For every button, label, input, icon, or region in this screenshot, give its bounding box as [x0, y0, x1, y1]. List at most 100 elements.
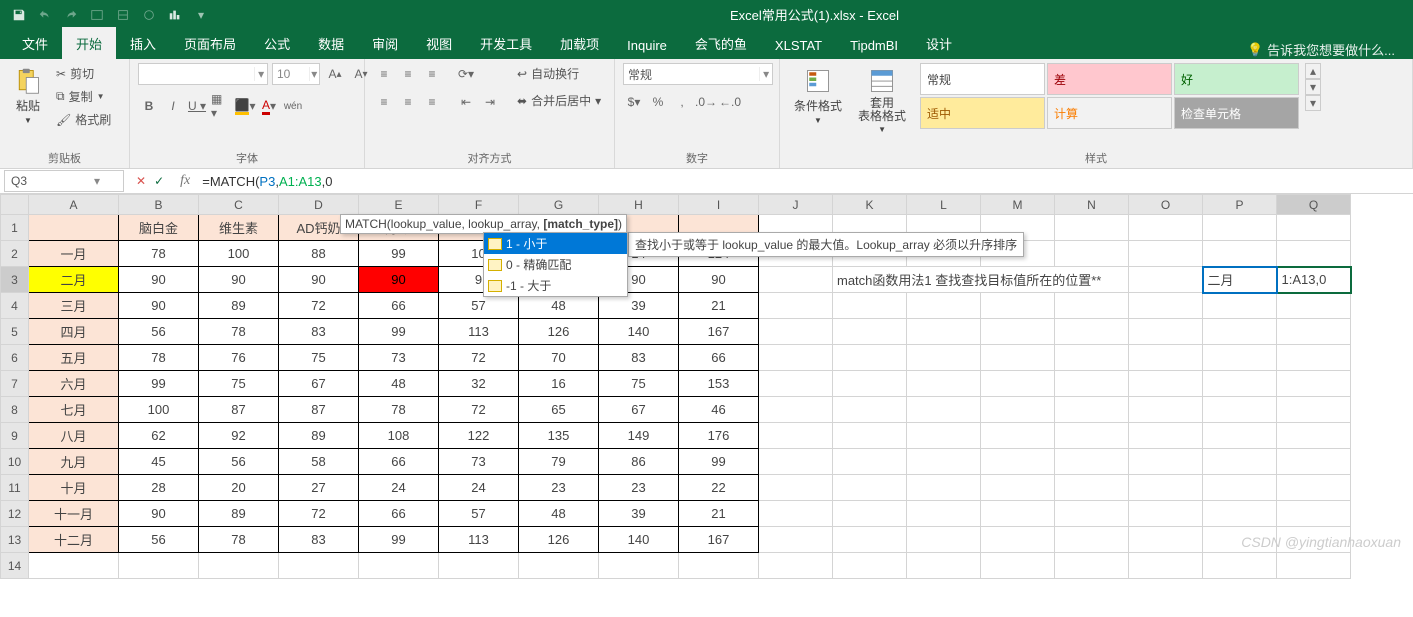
tab-formula[interactable]: 公式	[250, 27, 304, 59]
wrap-text-button[interactable]: ↩自动换行	[513, 63, 605, 84]
table-row[interactable]: 6五月7876757372708366	[1, 345, 1351, 371]
table-row[interactable]: 14	[1, 553, 1351, 579]
style-bad[interactable]: 差	[1047, 63, 1172, 95]
phonetic-button[interactable]: wén	[282, 95, 304, 117]
name-box[interactable]: ▾	[4, 170, 124, 192]
bold-button[interactable]: B	[138, 95, 160, 117]
font-size-combo[interactable]: ▾	[272, 63, 320, 85]
fill-color-button[interactable]: ⬛▾	[234, 95, 256, 117]
tab-fish[interactable]: 会飞的鱼	[681, 27, 761, 59]
style-check[interactable]: 检查单元格	[1174, 97, 1299, 129]
col-header[interactable]: K	[833, 195, 907, 215]
tab-insert[interactable]: 插入	[116, 27, 170, 59]
col-header[interactable]: P	[1203, 195, 1277, 215]
redo-icon[interactable]	[60, 4, 82, 26]
italic-button[interactable]: I	[162, 95, 184, 117]
percent-icon[interactable]: %	[647, 91, 669, 113]
number-format-combo[interactable]: ▾	[623, 63, 773, 85]
dec-dec-icon[interactable]: ←.0	[719, 91, 741, 113]
col-header[interactable]: B	[119, 195, 199, 215]
match-type-dropdown[interactable]: 1 - 小于 0 - 精确匹配 -1 - 大于	[483, 232, 628, 297]
qat-btn-4[interactable]	[164, 4, 186, 26]
table-row[interactable]: 4三月9089726657483921	[1, 293, 1351, 319]
col-header[interactable]: H	[599, 195, 679, 215]
table-row[interactable]: 12十一月9089726657483921	[1, 501, 1351, 527]
align-left-icon[interactable]: ≡	[373, 91, 395, 113]
table-row[interactable]: 10九月4556586673798699	[1, 449, 1351, 475]
font-size-input[interactable]	[273, 67, 309, 81]
font-color-button[interactable]: A▾	[258, 95, 280, 117]
tab-view[interactable]: 视图	[412, 27, 466, 59]
font-name-combo[interactable]: ▾	[138, 63, 268, 85]
match-opt-neg1[interactable]: -1 - 大于	[484, 275, 627, 296]
table-row[interactable]: 11十月2820272424232322	[1, 475, 1351, 501]
tab-layout[interactable]: 页面布局	[170, 27, 250, 59]
style-normal[interactable]: 常规	[920, 63, 1045, 95]
tab-inquire[interactable]: Inquire	[613, 31, 681, 59]
tab-addin[interactable]: 加载项	[546, 27, 613, 59]
table-row[interactable]: 8七月10087877872656746	[1, 397, 1351, 423]
table-row[interactable]: 7六月99756748321675153	[1, 371, 1351, 397]
save-icon[interactable]	[8, 4, 30, 26]
tab-dev[interactable]: 开发工具	[466, 27, 546, 59]
tab-design[interactable]: 设计	[912, 27, 966, 59]
font-grow-icon[interactable]: A▴	[324, 63, 346, 85]
comma-icon[interactable]: ,	[671, 91, 693, 113]
style-down-icon[interactable]: ▾	[1305, 79, 1321, 95]
col-header[interactable]: I	[679, 195, 759, 215]
inc-dec-icon[interactable]: .0→	[695, 91, 717, 113]
col-header[interactable]: F	[439, 195, 519, 215]
cut-button[interactable]: ✂剪切	[52, 63, 115, 84]
table-row[interactable]: 13十二月56788399113126140167	[1, 527, 1351, 553]
tab-tipdm[interactable]: TipdmBI	[836, 31, 912, 59]
orient-icon[interactable]: ⟳▾	[455, 63, 477, 85]
style-neutral[interactable]: 适中	[920, 97, 1045, 129]
col-header[interactable]: Q	[1277, 195, 1351, 215]
align-right-icon[interactable]: ≡	[421, 91, 443, 113]
qat-btn-1[interactable]	[86, 4, 108, 26]
qat-btn-2[interactable]	[112, 4, 134, 26]
align-top-icon[interactable]: ≡	[373, 63, 395, 85]
qat-more-icon[interactable]: ▾	[190, 4, 212, 26]
name-box-dropdown-icon[interactable]: ▾	[90, 174, 104, 188]
style-more-icon[interactable]: ▾	[1305, 95, 1321, 111]
underline-button[interactable]: U ▾	[186, 95, 208, 117]
copy-button[interactable]: ⧉复制 ▼	[52, 86, 115, 107]
table-format-button[interactable]: 套用 表格格式▼	[852, 63, 912, 138]
match-opt-1[interactable]: 1 - 小于	[484, 233, 627, 254]
col-header[interactable]: O	[1129, 195, 1203, 215]
col-header[interactable]: E	[359, 195, 439, 215]
col-header[interactable]: G	[519, 195, 599, 215]
qat-btn-3[interactable]	[138, 4, 160, 26]
worksheet[interactable]: A B C D E F G H I J K L M N O P Q 1 脑白金 …	[0, 194, 1413, 579]
cond-format-button[interactable]: 条件格式▼	[788, 63, 848, 129]
col-header[interactable]: C	[199, 195, 279, 215]
font-name-input[interactable]	[139, 67, 254, 81]
cancel-formula-icon[interactable]: ✕	[136, 174, 146, 188]
undo-icon[interactable]	[34, 4, 56, 26]
name-box-input[interactable]	[5, 174, 90, 188]
align-center-icon[interactable]: ≡	[397, 91, 419, 113]
indent-dec-icon[interactable]: ⇤	[455, 91, 477, 113]
style-calc[interactable]: 计算	[1047, 97, 1172, 129]
table-row[interactable]: 9八月629289108122135149176	[1, 423, 1351, 449]
col-header[interactable]: M	[981, 195, 1055, 215]
table-row[interactable]: 3 二月 90 90 90 90 9 90 90 match函数用法1 查找查找…	[1, 267, 1351, 293]
col-header[interactable]: A	[29, 195, 119, 215]
tab-data[interactable]: 数据	[304, 27, 358, 59]
col-header[interactable]: D	[279, 195, 359, 215]
tab-xlstat[interactable]: XLSTAT	[761, 31, 836, 59]
formula-input[interactable]: =MATCH(P3,A1:A13,0	[198, 172, 1413, 191]
currency-icon[interactable]: $▾	[623, 91, 645, 113]
table-row[interactable]: 5四月56788399113126140167	[1, 319, 1351, 345]
tab-file[interactable]: 文件	[8, 27, 62, 59]
col-header[interactable]: J	[759, 195, 833, 215]
paste-button[interactable]: 粘贴 ▼	[8, 63, 48, 129]
select-all[interactable]	[1, 195, 29, 215]
cell-q3-active[interactable]: 1:A13,0	[1277, 267, 1351, 293]
format-painter-button[interactable]: 🖌格式刷	[52, 109, 115, 130]
style-up-icon[interactable]: ▴	[1305, 63, 1321, 79]
align-bot-icon[interactable]: ≡	[421, 63, 443, 85]
tell-me[interactable]: 💡告诉我您想要做什么...	[1229, 40, 1413, 59]
col-header[interactable]: L	[907, 195, 981, 215]
